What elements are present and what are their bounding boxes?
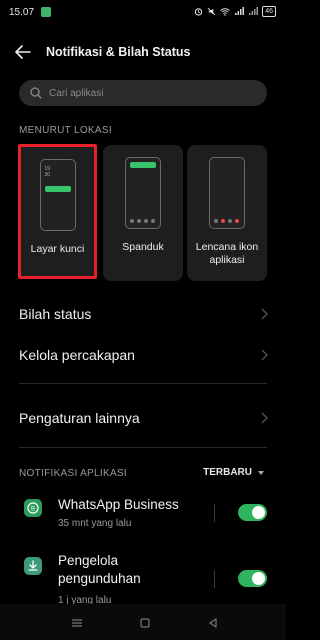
back-arrow-icon[interactable] [12, 42, 34, 62]
toggle-knob [252, 572, 265, 585]
row-manage-conversations[interactable]: Kelola percakapan [0, 335, 286, 375]
app-name: WhatsApp Business [58, 497, 179, 512]
search-bar[interactable] [19, 80, 267, 106]
whatsapp-business-icon: B [24, 499, 42, 517]
card-label: Layar kunci [30, 243, 85, 255]
back-icon[interactable] [206, 616, 220, 630]
divider [19, 447, 267, 448]
badge-preview [209, 157, 245, 229]
row-label: Bilah status [19, 306, 92, 322]
chevron-down-icon [258, 470, 264, 475]
chevron-right-icon [261, 412, 268, 424]
preview-notification-bar [44, 186, 71, 192]
chevron-right-icon [261, 349, 268, 361]
location-cards: 19 30 Layar kunci Spanduk Lencana ikon ap… [18, 144, 267, 281]
alarm-icon [195, 8, 203, 16]
divider [19, 383, 267, 384]
preview-dock [214, 219, 239, 223]
search-icon [30, 87, 42, 99]
chevron-right-icon [261, 308, 268, 320]
toggle-knob [252, 506, 265, 519]
section-label-location: MENURUT LOKASI [19, 125, 112, 136]
row-status-bar[interactable]: Bilah status [0, 294, 286, 334]
sort-label: TERBARU [203, 467, 252, 478]
svg-text:B: B [31, 507, 35, 513]
status-bar: 15.07 46 [0, 0, 286, 26]
preview-banner-bar [130, 162, 156, 168]
mute-icon [207, 7, 216, 16]
row-label: Kelola percakapan [19, 347, 135, 363]
notification-app-icon [41, 7, 51, 17]
signal-2-icon [249, 7, 259, 15]
location-card-badge[interactable]: Lencana ikon aplikasi [187, 145, 267, 281]
card-label: Lencana ikon aplikasi [195, 241, 259, 266]
preview-dock [130, 219, 155, 223]
search-input[interactable] [49, 85, 249, 101]
sort-dropdown[interactable]: TERBARU [203, 467, 264, 478]
row-more-settings[interactable]: Pengaturan lainnya [0, 398, 286, 438]
location-card-banner[interactable]: Spanduk [103, 145, 183, 281]
app-notification-toggle[interactable] [238, 570, 267, 587]
menu-icon[interactable] [70, 616, 84, 630]
status-icons: 46 [194, 6, 276, 17]
divider [214, 570, 215, 588]
row-label: Pengaturan lainnya [19, 410, 140, 426]
app-name: Pengelola pengunduhan [58, 553, 141, 586]
location-card-lock-screen[interactable]: 19 30 Layar kunci [18, 144, 97, 279]
battery-indicator: 46 [262, 6, 276, 17]
app-row-download-manager[interactable]: Pengelola pengunduhan 1 j yang lalu [0, 553, 286, 606]
app-notification-toggle[interactable] [238, 504, 267, 521]
lock-screen-preview: 19 30 [39, 159, 76, 231]
app-header: Notifikasi & Bilah Status [0, 34, 286, 70]
banner-preview [125, 157, 161, 229]
app-row-whatsapp-business[interactable]: B WhatsApp Business 35 mnt yang lalu [0, 492, 286, 542]
wifi-icon [220, 8, 231, 16]
card-label: Spanduk [122, 241, 164, 253]
signal-icon [235, 7, 245, 15]
preview-clock: 19 30 [44, 166, 51, 178]
home-icon[interactable] [138, 616, 152, 630]
download-icon [24, 557, 42, 575]
app-last-notified: 35 mnt yang lalu [58, 518, 132, 529]
navigation-bar [0, 604, 286, 640]
divider [214, 504, 215, 522]
section-label-app-notifications: NOTIFIKASI APLIKASI [19, 468, 127, 479]
page-title: Notifikasi & Bilah Status [46, 45, 191, 59]
status-time: 15.07 [9, 7, 35, 18]
